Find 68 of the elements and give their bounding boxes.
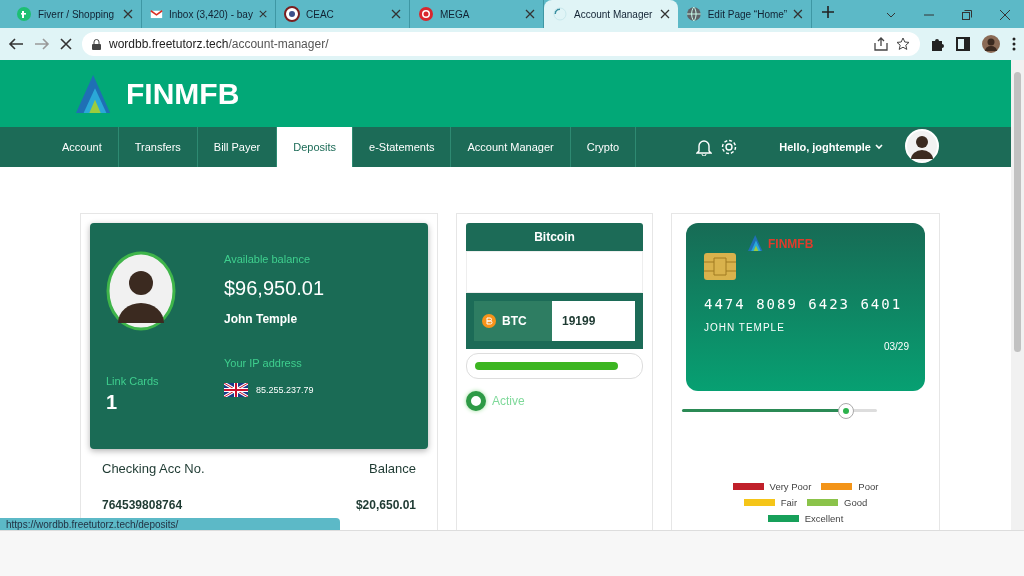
settings-icon[interactable] (720, 138, 739, 156)
back-icon[interactable] (8, 37, 24, 51)
close-icon[interactable] (1000, 10, 1010, 20)
legend-label: Good (844, 497, 868, 508)
restore-icon[interactable] (962, 10, 972, 20)
status-label: Active (492, 394, 525, 408)
column-header: Balance (368, 461, 416, 476)
avatar-icon (905, 129, 939, 163)
sidebar-icon[interactable] (956, 37, 970, 51)
close-icon[interactable] (793, 9, 803, 19)
table-cell-text: 764539808764 (102, 498, 184, 512)
crypto-symbol: BTC (502, 314, 527, 328)
address-bar[interactable]: wordbb.freetutorz.tech/account-manager/ (82, 32, 920, 56)
share-icon[interactable] (874, 37, 888, 51)
legend-label: Fair (780, 497, 798, 508)
scrollbar[interactable] (1011, 60, 1024, 530)
stop-icon[interactable] (60, 38, 72, 50)
card-holder: JOHN TEMPLE (704, 322, 786, 333)
nav-item[interactable]: Crypto (570, 127, 637, 167)
crypto-title: Bitcoin (466, 223, 643, 251)
account-holder-name: John Temple (224, 312, 299, 326)
user-menu[interactable]: Hello, joghtemple (779, 127, 883, 167)
close-icon[interactable] (391, 9, 401, 19)
legend-label: Very Poor (769, 481, 812, 492)
chevron-down-icon (875, 144, 883, 150)
nav-item[interactable]: Account Manager (451, 127, 571, 167)
nav-item[interactable]: e-Statements (353, 127, 452, 167)
extensions-icon[interactable] (930, 37, 944, 51)
nav-item[interactable]: Transfers (118, 127, 198, 167)
balance-label: Available balance (224, 253, 312, 265)
status-url: https://wordbb.freetutorz.tech/deposits/ (0, 518, 340, 530)
star-icon[interactable] (896, 37, 910, 51)
chevron-down-icon[interactable] (886, 12, 896, 18)
bell-icon[interactable] (696, 138, 713, 156)
logo-text: FINMFB (126, 76, 240, 111)
ip-label: Your IP address (224, 357, 303, 369)
globe-icon (686, 6, 702, 22)
slider-thumb[interactable] (837, 403, 854, 419)
chip-icon (704, 253, 736, 280)
profile-avatar-icon[interactable] (982, 35, 1000, 53)
status-radio[interactable] (466, 391, 486, 411)
close-icon[interactable] (525, 9, 535, 19)
link-cards-label: Link Cards (106, 375, 160, 387)
loading-icon (552, 6, 568, 22)
legend-label: Poor (858, 481, 879, 492)
card-logo-text: FINMFB (768, 237, 814, 251)
lock-icon (92, 38, 101, 50)
url-text: wordbb.freetutorz.tech/account-manager/ (109, 37, 329, 51)
nav-item[interactable]: Account (46, 127, 119, 167)
ip-address: 85.255.237.79 (256, 385, 314, 395)
legend-label: Excellent (804, 513, 844, 524)
bitcoin-icon (482, 314, 496, 328)
flag-icon (224, 383, 248, 397)
balance-amount: $96,950.01 (224, 277, 326, 300)
menu-icon[interactable] (1012, 37, 1016, 51)
card-expiry: 03/29 (883, 341, 909, 352)
card-number: 4474 8089 6423 6401 (704, 296, 904, 312)
browser-tab[interactable]: Account Manager (544, 0, 678, 28)
close-icon[interactable] (660, 9, 670, 19)
column-header: Checking Acc No. (102, 461, 206, 476)
table-cell: $20,650.01 (355, 498, 416, 512)
link-cards-count: 1 (106, 391, 119, 414)
avatar-icon (106, 251, 176, 331)
crypto-value: 19199 (552, 301, 635, 341)
nav-item[interactable]: Deposits (277, 127, 354, 167)
close-icon[interactable] (123, 9, 133, 19)
close-icon[interactable] (258, 9, 267, 19)
new-tab-icon[interactable] (822, 6, 834, 18)
